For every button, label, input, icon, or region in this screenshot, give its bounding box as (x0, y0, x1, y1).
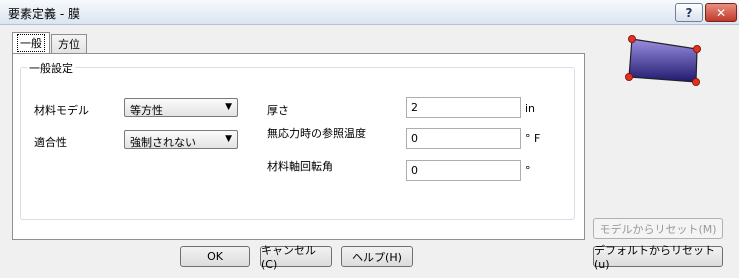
node-point (692, 78, 701, 87)
tab-general[interactable]: 一般 (12, 32, 50, 53)
general-settings-group: 一般設定 材料モデル 等方性 ▼ 適合性 強制されない ▼ 厚さ in 無応力時… (20, 60, 575, 220)
material-axis-rotation-field[interactable] (406, 160, 521, 181)
general-tab-panel: 一般設定 材料モデル 等方性 ▼ 適合性 強制されない ▼ 厚さ in 無応力時… (12, 53, 585, 240)
help-titlebar-button[interactable]: ? (675, 3, 703, 22)
thickness-unit: in (525, 102, 536, 115)
thickness-field[interactable] (406, 97, 521, 118)
reference-temperature-field[interactable] (406, 128, 521, 149)
temperature-unit: ° F (525, 132, 541, 145)
reset-from-model-button[interactable]: モデルからリセット(M) (593, 218, 723, 239)
reset-from-default-label: デフォルトからリセット(u) (594, 244, 715, 271)
ok-button[interactable]: OK (180, 246, 250, 267)
compatibility-dropdown[interactable]: 強制されない ▼ (124, 130, 238, 149)
material-model-dropdown[interactable]: 等方性 ▼ (124, 98, 238, 117)
dialog-body: 一般 方位 一般設定 材料モデル 等方性 ▼ 適合性 強制されない ▼ 厚さ i… (0, 25, 739, 278)
angle-unit: ° (525, 164, 531, 177)
help-label: ヘルプ(H) (352, 250, 402, 264)
node-point (627, 35, 636, 43)
ok-label: OK (207, 250, 223, 263)
material-model-value: 等方性 (130, 104, 163, 117)
node-point (693, 44, 702, 53)
chevron-down-icon: ▼ (225, 102, 232, 112)
close-button[interactable]: ✕ (705, 3, 737, 22)
title-bar: 要素定義 - 膜 ? ✕ (0, 0, 739, 25)
question-icon: ? (685, 5, 693, 20)
close-icon: ✕ (715, 5, 727, 20)
membrane-element-preview (625, 35, 702, 87)
membrane-shape (628, 38, 698, 83)
tab-orientation[interactable]: 方位 (51, 34, 87, 53)
material-axis-rotation-label: 材料軸回転角 (267, 160, 333, 173)
tab-orientation-label: 方位 (58, 38, 80, 51)
cancel-button[interactable]: キャンセル(C) (260, 244, 332, 271)
cancel-label: キャンセル(C) (261, 244, 316, 271)
window-title: 要素定義 - 膜 (8, 7, 80, 21)
material-model-label: 材料モデル (34, 104, 89, 117)
reset-from-default-button[interactable]: デフォルトからリセット(u) (593, 244, 723, 271)
chevron-down-icon: ▼ (225, 134, 232, 144)
node-point (625, 73, 633, 82)
tab-general-label: 一般 (17, 34, 45, 52)
thickness-label: 厚さ (267, 104, 289, 117)
reference-temperature-label: 無応力時の参照温度 (267, 127, 366, 140)
compatibility-value: 強制されない (130, 136, 196, 149)
group-title: 一般設定 (27, 60, 75, 76)
compatibility-label: 適合性 (34, 136, 67, 149)
help-button[interactable]: ヘルプ(H) (341, 246, 413, 267)
reset-from-model-label: モデルからリセット(M) (599, 222, 717, 236)
